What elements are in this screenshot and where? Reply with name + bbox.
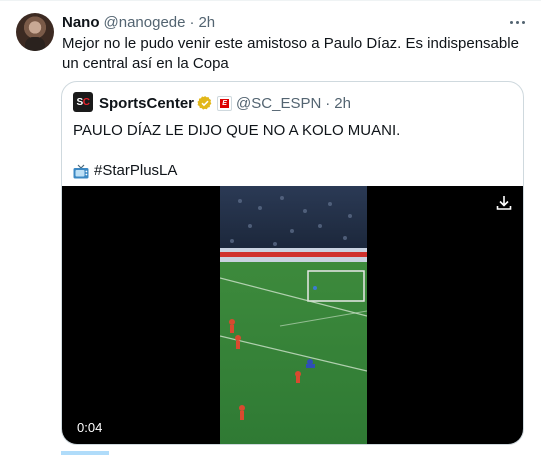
espn-affiliate-icon: E (217, 95, 233, 111)
tweet[interactable]: Nano @nanogede · 2h Mejor no le pudo ven… (0, 0, 541, 455)
quote-avatar[interactable]: SC (73, 92, 93, 112)
quote-text: PAULO DÍAZ LE DIJO QUE NO A KOLO MUANI. (73, 122, 401, 139)
quote-author-handle[interactable]: @SC_ESPN (236, 95, 321, 112)
quote-text-block: PAULO DÍAZ LE DIJO QUE NO A KOLO MUANI. … (73, 121, 513, 181)
avatar[interactable] (16, 13, 54, 51)
tweet-header: Nano @nanogede · 2h (62, 13, 215, 31)
hashtag-link[interactable]: #StarPlusLA (94, 161, 177, 181)
video-thumbnail (220, 186, 367, 444)
tweet-time[interactable]: 2h (198, 14, 215, 31)
quote-separator: · (325, 94, 331, 112)
quote-author-name[interactable]: SportsCenter (99, 95, 194, 112)
author-handle[interactable]: @nanogede (104, 14, 186, 31)
video-frame (220, 186, 367, 444)
avatar-text-c: C (82, 96, 90, 108)
video-timestamp: 0:04 (77, 420, 103, 435)
quote-header: SportsCenter E @SC_ESPN · 2h (99, 94, 351, 112)
badge-letter: E (220, 98, 230, 108)
verified-gold-icon (197, 96, 212, 110)
bottom-indicator (61, 451, 109, 455)
tweet-text: Mejor no le pudo venir este amistoso a P… (62, 35, 519, 72)
more-icon[interactable] (506, 13, 528, 31)
quote-time[interactable]: 2h (334, 95, 351, 112)
separator: · (189, 13, 195, 31)
quoted-tweet[interactable]: SC SportsCenter E @SC_ESPN · 2h PAULO DÍ… (61, 81, 524, 445)
tv-icon (73, 164, 89, 178)
author-name[interactable]: Nano (62, 14, 100, 31)
video-player[interactable]: 0:04 (62, 186, 523, 444)
download-icon[interactable] (495, 194, 513, 212)
